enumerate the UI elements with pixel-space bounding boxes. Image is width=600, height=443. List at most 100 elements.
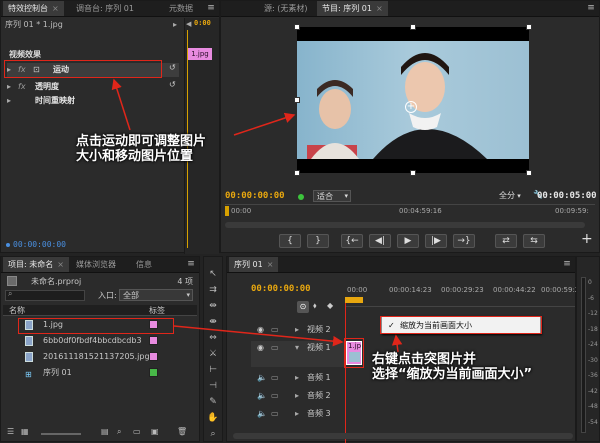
bbox-handle-ml[interactable] [294, 97, 300, 103]
expand-triangle-icon[interactable]: ▸ [7, 94, 11, 108]
project-item[interactable]: 6bb0df0fbdf4bbcdbcdb3 [3, 334, 197, 348]
playhead-line[interactable] [345, 303, 346, 443]
mark-in-button[interactable]: { [279, 234, 301, 248]
expand-triangle-icon[interactable]: ▾ [295, 341, 299, 355]
program-video-frame[interactable]: + [294, 24, 532, 176]
panel-menu-icon[interactable]: ≡ [205, 1, 217, 15]
slip-tool-icon[interactable]: ⊢ [204, 363, 222, 377]
effect-row-time-remap[interactable]: ▸ 时间重映射 [7, 94, 179, 108]
snap-icon[interactable]: ⊙ [297, 301, 309, 313]
bbox-handle-tr[interactable] [526, 24, 532, 30]
monitor-ruler[interactable]: 00:00 00:04:59:16 00:09:59: [225, 204, 595, 222]
zoom-scroll-bar[interactable] [225, 222, 585, 228]
trash-icon[interactable]: 🗑 [177, 427, 187, 436]
bbox-handle-bl[interactable] [294, 170, 300, 176]
fx-icon[interactable]: fx [18, 80, 26, 94]
step-forward-button[interactable]: |▶ [425, 234, 447, 248]
selection-tool-icon[interactable]: ↖ [204, 267, 222, 281]
close-icon[interactable]: × [376, 4, 383, 13]
lock-icon[interactable]: ▭ [271, 341, 279, 355]
speaker-icon[interactable]: 🔈 [257, 407, 267, 421]
label-swatch[interactable] [149, 336, 158, 345]
mark-out-button[interactable]: } [307, 234, 329, 248]
work-area-bar[interactable] [345, 297, 363, 303]
reset-icon[interactable]: ↺ [169, 63, 176, 72]
expand-triangle-icon[interactable]: ▸ [295, 407, 299, 421]
reset-icon[interactable]: ↺ [169, 80, 176, 89]
track-audio-2[interactable]: 🔈 ▭ ▸ 音频 2 [251, 389, 345, 403]
find-icon[interactable]: ⌕ [117, 427, 121, 437]
close-icon[interactable]: × [57, 260, 64, 269]
disclosure-right-icon[interactable]: ▸ [173, 18, 177, 31]
program-timecode-current[interactable]: 00:00:00:00 [225, 191, 285, 201]
expand-triangle-icon[interactable]: ▸ [295, 371, 299, 385]
add-button-icon[interactable]: + [581, 231, 593, 247]
project-item[interactable]: 201611181521137205.jpg [3, 350, 197, 364]
new-bin-icon[interactable]: ▭ [133, 427, 141, 436]
expand-triangle-icon[interactable]: ▸ [295, 323, 299, 337]
icon-view-icon[interactable]: ▦ [21, 427, 29, 436]
tab-audio-mixer[interactable]: 调音台: 序列 01 [71, 1, 139, 16]
track-audio-3[interactable]: 🔈 ▭ ▸ 音频 3 [251, 407, 345, 421]
close-icon[interactable]: × [267, 260, 274, 269]
pen-tool-icon[interactable]: ✎ [204, 395, 222, 409]
zoom-slider[interactable] [41, 433, 81, 435]
step-back-button[interactable]: ◀| [369, 234, 391, 248]
column-name-header[interactable]: 名称 [9, 305, 25, 316]
tab-program[interactable]: 节目: 序列 01 × [317, 1, 388, 16]
list-view-icon[interactable]: ☰ [7, 427, 14, 436]
lock-icon[interactable]: ▭ [271, 389, 279, 403]
eye-icon[interactable]: ◉ [257, 323, 264, 337]
timeline-timecode[interactable]: 00:00:00:00 [251, 284, 311, 294]
razor-tool-icon[interactable]: ⚔ [204, 347, 222, 361]
bbox-handle-br[interactable] [526, 170, 532, 176]
zoom-tool-icon[interactable]: ⌕ [204, 427, 222, 441]
keyframe-icon[interactable]: ◆ [327, 301, 333, 310]
ripple-edit-tool-icon[interactable]: ⇹ [204, 299, 222, 313]
speaker-icon[interactable]: 🔈 [257, 371, 267, 385]
playhead-marker[interactable] [225, 206, 229, 216]
lock-icon[interactable]: ▭ [271, 323, 279, 337]
panel-menu-icon[interactable]: ≡ [561, 257, 573, 271]
expand-triangle-icon[interactable]: ▸ [7, 80, 11, 94]
automate-icon[interactable]: ▤ [101, 427, 109, 436]
bbox-handle-tl[interactable] [294, 24, 300, 30]
hand-tool-icon[interactable]: ✋ [204, 411, 222, 425]
play-button[interactable]: ▶ [397, 234, 419, 248]
tab-sequence[interactable]: 序列 01 × [229, 257, 279, 272]
close-icon[interactable]: × [52, 4, 59, 13]
bottom-timecode[interactable]: 00:00:00:00 [13, 240, 66, 249]
anchor-point-icon[interactable]: + [405, 101, 417, 113]
tab-project[interactable]: 项目: 未命名 × [3, 257, 69, 272]
speaker-icon[interactable]: 🔈 [257, 389, 267, 403]
mini-clip-block[interactable]: 1.jpg [188, 48, 212, 60]
lock-icon[interactable]: ▭ [271, 371, 279, 385]
go-to-out-button[interactable]: →} [453, 234, 475, 248]
tab-media-browser[interactable]: 媒体浏览器 [71, 257, 121, 272]
bbox-handle-bm[interactable] [410, 170, 416, 176]
project-item[interactable]: ⊞ 序列 01 [3, 366, 197, 380]
eye-icon[interactable]: ◉ [257, 341, 264, 355]
rate-stretch-tool-icon[interactable]: ⇔ [204, 331, 222, 345]
label-swatch[interactable] [149, 352, 158, 361]
panel-menu-icon[interactable]: ≡ [185, 257, 197, 271]
label-swatch[interactable] [149, 368, 158, 377]
timeline-scrollbar[interactable] [233, 433, 573, 439]
rolling-edit-tool-icon[interactable]: ⇼ [204, 315, 222, 329]
column-label-header[interactable]: 标签 [149, 305, 165, 316]
tab-info[interactable]: 信息 [131, 257, 157, 272]
track-video-1[interactable]: ◉ ▭ ▾ 视频 1 [251, 341, 345, 367]
track-select-tool-icon[interactable]: ⇉ [204, 283, 222, 297]
project-search-input[interactable]: ⌕ [5, 289, 85, 301]
tab-source[interactable]: 源: (无素材) [259, 1, 312, 16]
new-item-icon[interactable]: ▣ [151, 427, 159, 436]
fit-dropdown[interactable]: 适合 ▾ [313, 190, 351, 202]
track-audio-1[interactable]: 🔈 ▭ ▸ 音频 1 [251, 371, 345, 385]
extract-button[interactable]: ⇆ [523, 234, 545, 248]
mini-timeline-arrow-icon[interactable]: ◀ [186, 20, 191, 28]
slide-tool-icon[interactable]: ⊣ [204, 379, 222, 393]
effect-row-opacity[interactable]: ▸ fx 透明度 [7, 80, 179, 94]
panel-menu-icon[interactable]: ≡ [585, 1, 597, 15]
track-video-2[interactable]: ◉ ▭ ▸ 视频 2 [251, 323, 345, 337]
quality-dropdown[interactable]: 全分 ▾ [499, 190, 535, 202]
